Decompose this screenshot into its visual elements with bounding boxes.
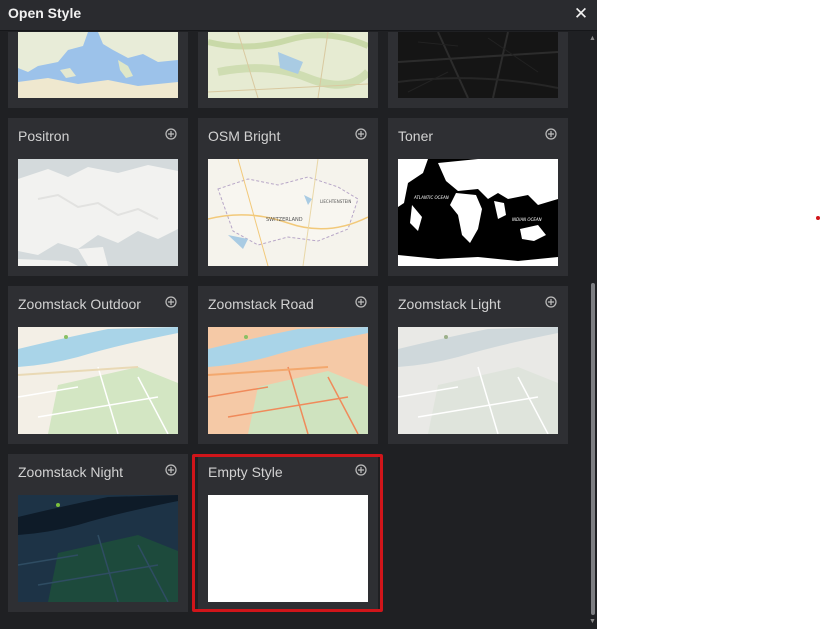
style-tile-zoomstack-outdoor[interactable]: Zoomstack Outdoor xyxy=(8,286,188,444)
plus-circle-icon[interactable] xyxy=(165,464,177,476)
scroll-down-icon[interactable]: ▼ xyxy=(588,618,597,626)
plus-circle-icon[interactable] xyxy=(355,464,367,476)
style-tile-zoomstack-road[interactable]: Zoomstack Road xyxy=(198,286,378,444)
style-tile-zoomstack-light[interactable]: Zoomstack Light xyxy=(388,286,568,444)
style-label: Zoomstack Night xyxy=(18,464,124,480)
plus-circle-icon[interactable] xyxy=(545,128,557,140)
dialog-title: Open Style xyxy=(8,5,82,21)
scrollbar[interactable]: ▲ ▼ xyxy=(588,31,597,629)
style-thumbnail[interactable] xyxy=(208,327,368,434)
style-thumbnail[interactable] xyxy=(18,327,178,434)
close-icon[interactable]: ✕ xyxy=(572,4,590,24)
plus-circle-icon[interactable] xyxy=(165,296,177,308)
style-thumbnail[interactable] xyxy=(398,327,558,434)
dialog-titlebar: Open Style ✕ xyxy=(0,0,597,31)
style-thumbnail[interactable] xyxy=(18,32,178,98)
style-tile-world-topo[interactable] xyxy=(8,32,188,108)
plus-circle-icon[interactable] xyxy=(355,296,367,308)
style-label: Zoomstack Road xyxy=(208,296,314,312)
open-style-dialog: Open Style ✕ Positron OSM Bright SWITZER… xyxy=(0,0,597,629)
map-label-ocean-atlantic: ATLANTIC OCEAN xyxy=(413,195,449,200)
map-label-country: SWITZERLAND xyxy=(266,217,303,223)
style-label: Zoomstack Light xyxy=(398,296,501,312)
plus-circle-icon[interactable] xyxy=(355,128,367,140)
style-tile-positron[interactable]: Positron xyxy=(8,118,188,276)
map-label-ocean-indian: INDIAN OCEAN xyxy=(512,217,542,222)
style-thumbnail[interactable] xyxy=(18,495,178,602)
style-label: Zoomstack Outdoor xyxy=(18,296,141,312)
style-label: OSM Bright xyxy=(208,128,281,144)
plus-circle-icon[interactable] xyxy=(165,128,177,140)
style-thumbnail[interactable] xyxy=(208,495,368,602)
scrollbar-thumb[interactable] xyxy=(591,283,595,615)
plus-circle-icon[interactable] xyxy=(545,296,557,308)
style-tile-empty-style[interactable]: Empty Style xyxy=(198,454,378,612)
style-thumbnail[interactable]: ATLANTIC OCEAN INDIAN OCEAN xyxy=(398,159,558,266)
scroll-up-icon[interactable]: ▲ xyxy=(588,35,597,43)
style-label: Positron xyxy=(18,128,70,144)
style-tile-light-terrain[interactable] xyxy=(198,32,378,108)
style-tile-toner[interactable]: Toner ATLANTIC OCEAN INDIAN OCEAN xyxy=(388,118,568,276)
style-thumbnail[interactable]: SWITZERLAND LIECHTENSTEIN xyxy=(208,159,368,266)
style-tile-zoomstack-night[interactable]: Zoomstack Night xyxy=(8,454,188,612)
style-tile-osm-bright[interactable]: OSM Bright SWITZERLAND LIECHTENSTEIN xyxy=(198,118,378,276)
style-label: Toner xyxy=(398,128,434,144)
cursor-dot xyxy=(816,216,820,220)
style-thumbnail[interactable] xyxy=(398,32,558,98)
map-label-city: LIECHTENSTEIN xyxy=(320,199,351,204)
style-label: Empty Style xyxy=(208,464,283,480)
style-thumbnail[interactable] xyxy=(18,159,178,266)
style-thumbnail[interactable] xyxy=(208,32,368,98)
style-tile-dark-matter[interactable] xyxy=(388,32,568,108)
